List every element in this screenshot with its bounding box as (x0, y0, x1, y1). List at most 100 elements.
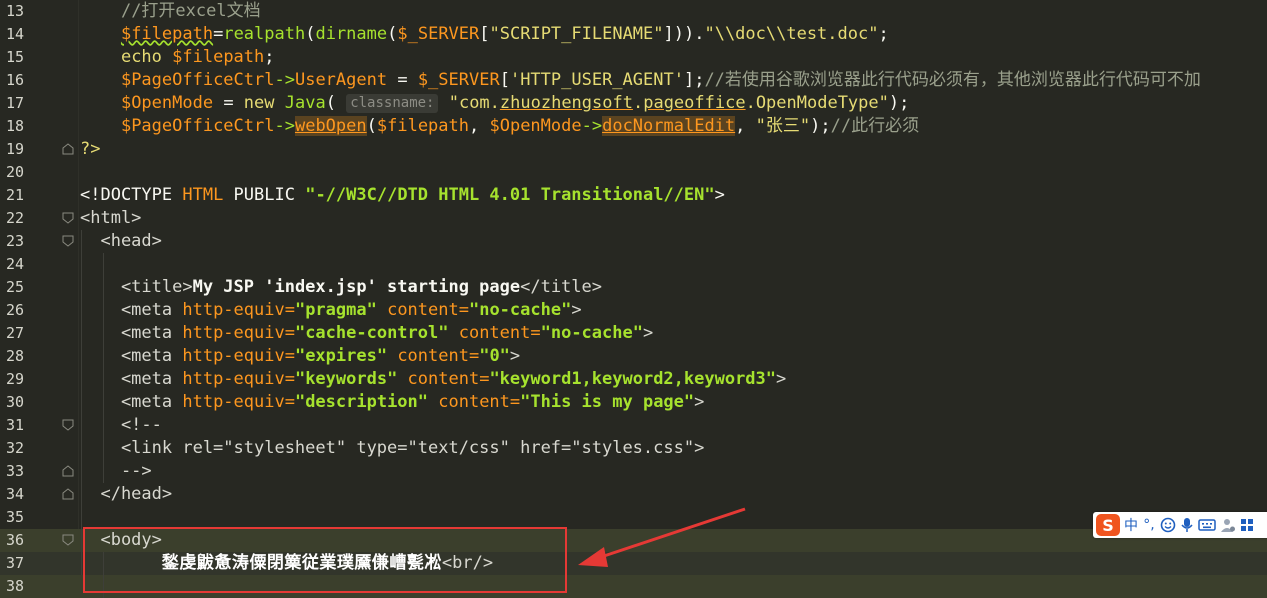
line-number: 31 (5, 416, 24, 434)
code-text: <!DOCTYPE HTML PUBLIC "-//W3C//DTD HTML … (80, 184, 725, 207)
line-number: 18 (5, 117, 24, 135)
code-token: http-equiv= (182, 346, 295, 366)
code-token: HTML (182, 185, 234, 205)
indent-guide (81, 230, 82, 575)
fold-marker-icon[interactable] (62, 419, 74, 431)
code-token: http-equiv= (182, 369, 295, 389)
line-number: 27 (5, 324, 24, 342)
code-line[interactable]: 17 $OpenMode = new Java( classname: "com… (0, 92, 1267, 115)
code-token: > (509, 346, 521, 366)
code-line[interactable]: 22 <html> (0, 207, 1267, 230)
code-line[interactable]: 24 (0, 253, 1267, 276)
code-token: </head> (80, 484, 173, 504)
code-token: "SCRIPT_FILENAME" (489, 24, 664, 44)
code-token: .OpenModeType" (745, 93, 889, 113)
code-token: , (735, 116, 756, 136)
code-token: "description" (294, 392, 429, 412)
code-text: <link rel="stylesheet" type="text/css" h… (80, 437, 704, 460)
code-text: </head> (80, 483, 172, 506)
punctuation-toggle[interactable]: °, (1142, 515, 1156, 535)
code-token: ]; (683, 70, 705, 90)
code-line[interactable]: 31 <!-- (0, 414, 1267, 437)
code-text: $PageOfficeCtrl->UserAgent = $_SERVER['H… (80, 69, 1201, 92)
code-token: > (642, 323, 654, 343)
code-token: $filepath (172, 47, 265, 67)
code-line[interactable]: 18 $PageOfficeCtrl->webOpen($filepath, $… (0, 115, 1267, 138)
ime-toolbar[interactable]: S 中 °, (1093, 512, 1267, 538)
code-line[interactable]: 23 <head> (0, 230, 1267, 253)
code-token: PUBLIC (233, 185, 306, 205)
code-token: = (213, 93, 244, 113)
line-number: 37 (5, 554, 24, 572)
code-line[interactable]: 29 <meta http-equiv="keywords" content="… (0, 368, 1267, 391)
code-token: . (632, 93, 644, 113)
code-text: --> (80, 460, 152, 483)
code-token: $_SERVER (417, 70, 500, 90)
code-line[interactable]: 16 $PageOfficeCtrl->UserAgent = $_SERVER… (0, 69, 1267, 92)
fold-marker-icon[interactable] (62, 212, 74, 224)
code-token: ; (264, 47, 275, 67)
parameter-hint: classname: (346, 94, 439, 113)
code-token: $PageOfficeCtrl (120, 116, 275, 136)
code-token: ); (810, 116, 831, 136)
code-token: "This is my page" (520, 392, 695, 412)
code-line[interactable]: 27 <meta http-equiv="cache-control" cont… (0, 322, 1267, 345)
grid-icon[interactable] (1240, 515, 1254, 535)
code-line[interactable]: 20 (0, 161, 1267, 184)
code-line[interactable]: 21 <!DOCTYPE HTML PUBLIC "-//W3C//DTD HTM… (0, 184, 1267, 207)
code-token: "\\doc\\test.doc" (704, 24, 879, 44)
code-token: echo (120, 47, 173, 67)
code-token: ( (387, 24, 398, 44)
code-token: //此行必须 (830, 116, 920, 136)
ime-mode-toggle[interactable]: 中 (1124, 515, 1138, 535)
code-token: -> (274, 116, 295, 136)
code-token: = (213, 24, 224, 44)
code-line[interactable]: 26 <meta http-equiv="pragma" content="no… (0, 299, 1267, 322)
code-line[interactable]: 32 <link rel="stylesheet" type="text/css… (0, 437, 1267, 460)
code-token: zhuozhengsoft (499, 93, 633, 113)
code-line[interactable]: 15 echo $filepath; (0, 46, 1267, 69)
code-token: <link rel="stylesheet" type="text/css" h… (80, 438, 705, 458)
indent-guide (103, 253, 104, 483)
code-token: $filepath (376, 116, 469, 136)
code-line[interactable]: 28 <meta http-equiv="expires" content="0… (0, 345, 1267, 368)
code-line[interactable]: 30 <meta http-equiv="description" conten… (0, 391, 1267, 414)
code-line[interactable]: 34 </head> (0, 483, 1267, 506)
code-token: , (469, 116, 490, 136)
code-text: <meta http-equiv="description" content="… (80, 391, 704, 414)
emoji-icon[interactable] (1160, 515, 1176, 535)
keyboard-icon[interactable] (1198, 515, 1216, 535)
code-line[interactable]: 19 ?> (0, 138, 1267, 161)
fold-marker-icon[interactable] (62, 488, 74, 500)
fold-marker-icon[interactable] (62, 235, 74, 247)
code-token: <html> (80, 208, 142, 228)
code-token: content= (387, 346, 480, 366)
code-token: http-equiv= (182, 323, 295, 343)
code-token: ?> (80, 139, 101, 159)
fold-marker-icon[interactable] (62, 465, 74, 477)
code-token: > (571, 300, 582, 320)
microphone-icon[interactable] (1180, 515, 1194, 535)
code-text: <!-- (80, 414, 162, 437)
code-token: "-//W3C//DTD HTML 4.01 Transitional//EN" (305, 185, 715, 205)
code-token: > (714, 185, 725, 205)
code-token: ( (325, 93, 347, 113)
fold-marker-icon[interactable] (62, 143, 74, 155)
code-token: <!DOCTYPE (80, 185, 183, 205)
fold-marker-icon[interactable] (62, 534, 74, 546)
code-token: <title> (80, 277, 193, 297)
user-icon[interactable] (1220, 515, 1236, 535)
code-line[interactable]: 25 <title>My JSP 'index.jsp' starting pa… (0, 276, 1267, 299)
code-line[interactable]: 14 $filepath=realpath(dirname($_SERVER["… (0, 23, 1267, 46)
line-number: 19 (5, 140, 24, 158)
code-token: "no-cache" (468, 300, 572, 320)
code-token: $PageOfficeCtrl (120, 70, 275, 90)
code-line[interactable]: 33 --> (0, 460, 1267, 483)
code-line[interactable]: 13 //打开excel文档 (0, 0, 1267, 23)
code-token: new (243, 93, 285, 113)
code-token: [ (499, 70, 510, 90)
sogou-logo-icon[interactable]: S (1096, 514, 1120, 536)
